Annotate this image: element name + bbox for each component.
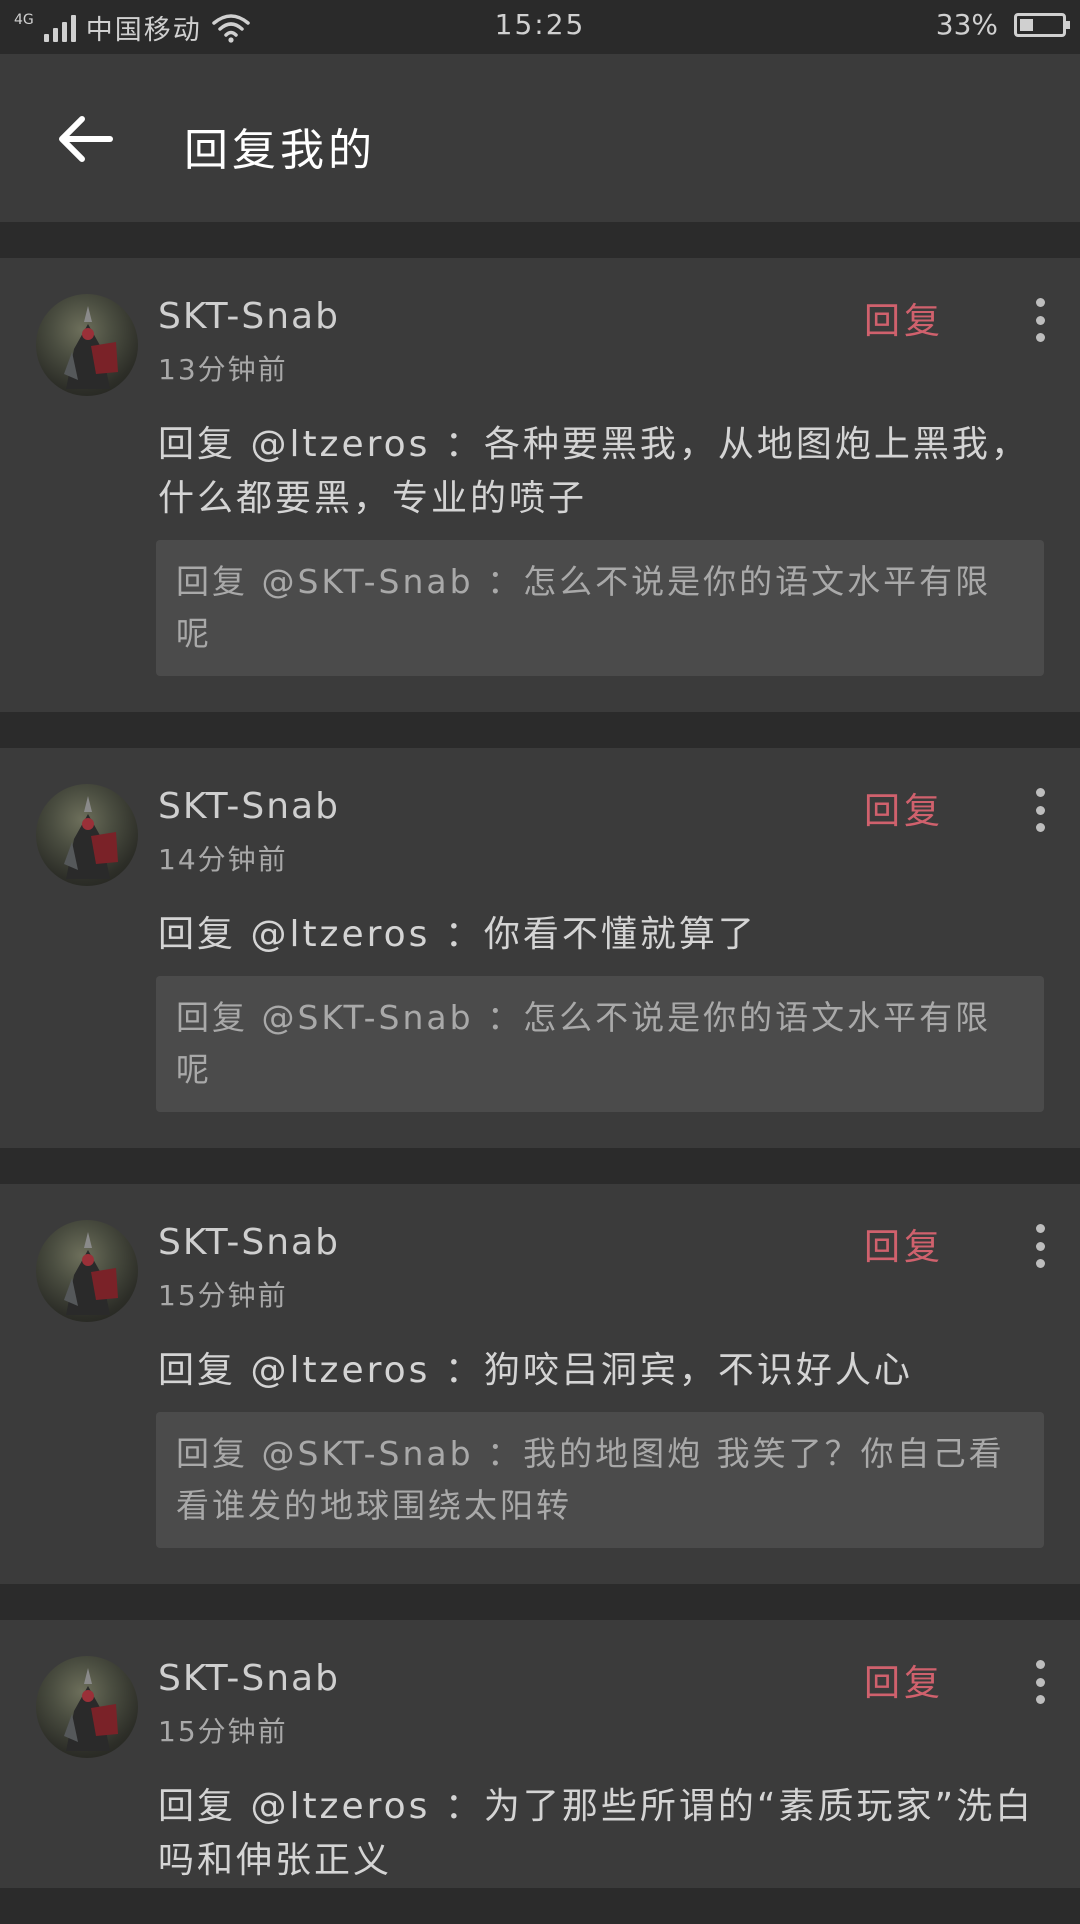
battery-percent: 33% — [935, 8, 998, 41]
timestamp: 13分钟前 — [158, 353, 288, 386]
username[interactable]: SKT-Snab — [158, 786, 340, 827]
reply-card: SKT-Snab 15分钟前 回复 回复 @ltzeros ：狗咬吕洞宾，不识好… — [0, 1184, 1080, 1584]
username[interactable]: SKT-Snab — [158, 1658, 340, 1699]
avatar[interactable] — [36, 294, 138, 396]
back-button[interactable] — [50, 104, 120, 174]
reply-button[interactable]: 回复 — [864, 1218, 944, 1270]
more-options-button[interactable] — [1028, 1224, 1052, 1268]
status-bar: 4G 中国移动 15:25 33% — [0, 0, 1080, 54]
reply-card: SKT-Snab 13分钟前 回复 回复 @ltzeros ：各种要黑我，从地图… — [0, 258, 1080, 712]
more-options-button[interactable] — [1028, 298, 1052, 342]
comment-text[interactable]: 回复 @ltzeros ：你看不懂就算了 — [158, 748, 1050, 962]
quoted-reply[interactable]: 回复 @SKT-Snab ：怎么不说是你的语文水平有限呢 — [156, 540, 1044, 676]
battery-icon — [1014, 12, 1070, 37]
username[interactable]: SKT-Snab — [158, 1222, 340, 1263]
more-vertical-icon — [1035, 788, 1045, 797]
arrow-left-icon — [59, 116, 113, 162]
avatar-image — [64, 1232, 118, 1315]
status-right: 33% — [935, 8, 1070, 41]
avatar[interactable] — [36, 784, 138, 886]
more-options-button[interactable] — [1028, 788, 1052, 832]
page-title: 回复我的 — [184, 125, 376, 176]
avatar-image — [64, 796, 118, 879]
app-bar: 回复我的 — [0, 54, 1080, 222]
quoted-reply[interactable]: 回复 @SKT-Snab ：我的地图炮 我笑了？你自己看看谁发的地球围绕太阳转 — [156, 1412, 1044, 1548]
status-time: 15:25 — [494, 8, 586, 41]
comment-text[interactable]: 回复 @ltzeros ：狗咬吕洞宾，不识好人心 — [158, 1184, 1050, 1398]
more-options-button[interactable] — [1028, 1660, 1052, 1704]
reply-button[interactable]: 回复 — [864, 782, 944, 834]
reply-card: SKT-Snab 15分钟前 回复 回复 @ltzeros ：为了那些所谓的“素… — [0, 1620, 1080, 1888]
timestamp: 14分钟前 — [158, 843, 288, 876]
timestamp: 15分钟前 — [158, 1279, 288, 1312]
more-vertical-icon — [1035, 1224, 1045, 1233]
more-vertical-icon — [1035, 1660, 1045, 1669]
avatar-image — [64, 1668, 118, 1751]
reply-card: SKT-Snab 14分钟前 回复 回复 @ltzeros ：你看不懂就算了 回… — [0, 748, 1080, 1148]
reply-button[interactable]: 回复 — [864, 1654, 944, 1706]
username[interactable]: SKT-Snab — [158, 296, 340, 337]
quoted-reply[interactable]: 回复 @SKT-Snab ：怎么不说是你的语文水平有限呢 — [156, 976, 1044, 1112]
avatar-image — [64, 306, 118, 389]
avatar[interactable] — [36, 1656, 138, 1758]
reply-button[interactable]: 回复 — [864, 292, 944, 344]
reply-list: SKT-Snab 13分钟前 回复 回复 @ltzeros ：各种要黑我，从地图… — [0, 258, 1080, 1924]
more-vertical-icon — [1035, 298, 1045, 307]
battery-level-fill — [1020, 18, 1033, 31]
avatar[interactable] — [36, 1220, 138, 1322]
timestamp: 15分钟前 — [158, 1715, 288, 1748]
